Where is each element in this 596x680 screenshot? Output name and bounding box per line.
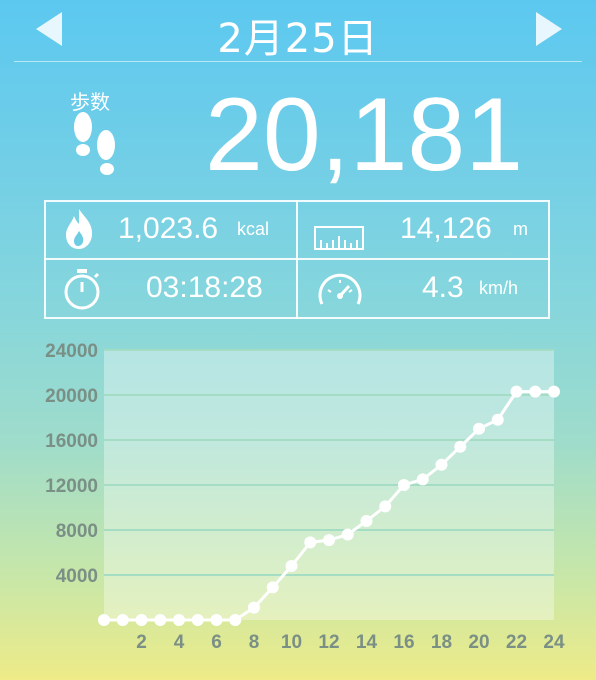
data-point: [416, 473, 429, 486]
data-point: [285, 560, 298, 572]
x-tick-label: 20: [468, 632, 489, 653]
speed-value: 4.3: [422, 271, 464, 304]
header-divider: [14, 61, 582, 62]
stats-divider-horizontal: [44, 258, 550, 260]
x-tick-label: 8: [249, 632, 260, 653]
x-tick-label: 4: [174, 632, 185, 653]
date-header: 2月25日: [0, 0, 596, 62]
x-tick-label: 10: [281, 632, 302, 653]
y-tick-label: 16000: [45, 431, 98, 452]
y-tick-label: 20000: [45, 386, 98, 407]
y-tick-label: 4000: [56, 566, 98, 587]
x-tick-label: 24: [543, 632, 565, 653]
distance-unit: m: [513, 219, 528, 239]
data-point: [229, 614, 242, 626]
data-point: [454, 440, 467, 453]
speed-unit: km/h: [479, 278, 519, 298]
x-tick-label: 22: [506, 632, 527, 653]
x-tick-label: 2: [136, 632, 147, 653]
data-point: [341, 528, 354, 541]
data-point: [473, 422, 485, 435]
data-point: [323, 534, 335, 547]
calories-value: 1,023.6: [118, 212, 219, 245]
ruler-icon: [314, 226, 364, 250]
stopwatch-icon: [64, 269, 100, 310]
data-point: [98, 614, 110, 626]
footprints-icon: [74, 112, 115, 175]
data-point: [135, 614, 148, 626]
data-point: [379, 500, 392, 513]
y-tick-label: 12000: [45, 476, 98, 497]
data-point: [116, 614, 129, 626]
x-tick-label: 18: [431, 632, 452, 653]
y-tick-label: 24000: [45, 341, 98, 362]
data-point: [191, 614, 204, 626]
data-point: [398, 479, 410, 491]
data-point: [154, 614, 167, 626]
data-point: [435, 458, 448, 471]
speedometer-icon: [318, 273, 362, 305]
data-point: [304, 536, 317, 549]
data-point: [210, 614, 223, 626]
data-point: [360, 515, 373, 527]
x-tick-label: 14: [356, 632, 378, 653]
data-point: [173, 614, 185, 626]
y-tick-label: 8000: [56, 521, 98, 542]
data-point: [510, 385, 523, 398]
data-point: [529, 385, 542, 398]
distance-value: 14,126: [400, 212, 492, 245]
date-title: 2月25日: [217, 16, 379, 62]
steps-count: 20,181: [205, 77, 524, 193]
data-point: [491, 413, 504, 426]
x-tick-label: 16: [393, 632, 414, 653]
next-day-button[interactable]: [536, 12, 562, 46]
duration-value: 03:18:28: [146, 271, 263, 304]
data-point: [266, 581, 279, 594]
data-point: [548, 385, 560, 398]
steps-chart: 40008000120001600020000240002 4 6 8 10 12 14 16…: [45, 341, 565, 653]
x-tick-label: 12: [318, 632, 339, 653]
calories-unit: kcal: [237, 219, 270, 239]
flame-icon: [66, 209, 93, 249]
data-point: [248, 601, 260, 614]
x-tick-label: 6: [211, 632, 222, 653]
